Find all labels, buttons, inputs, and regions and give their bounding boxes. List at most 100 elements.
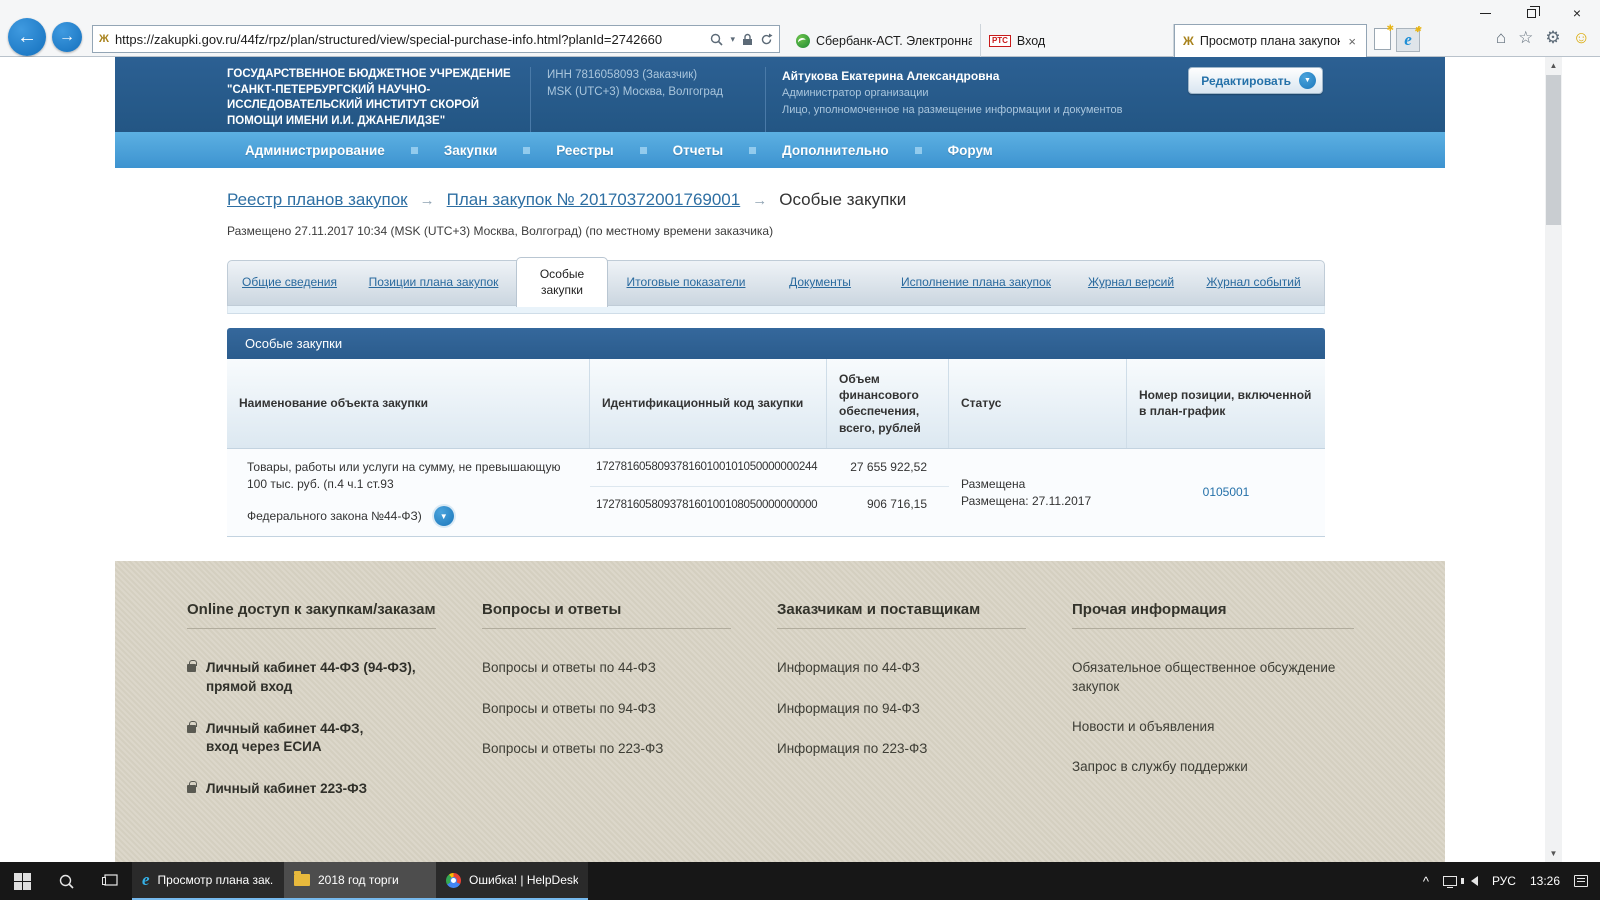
footer-link-qa-223fz[interactable]: Вопросы и ответы по 223-ФЗ xyxy=(482,740,753,758)
tab-label: Общие сведения xyxy=(242,275,337,290)
tab-rts-vhod[interactable]: РТС Вход xyxy=(981,24,1174,57)
address-dropdown-icon[interactable]: ▾ xyxy=(730,34,735,45)
footer-link-info-94fz[interactable]: Информация по 94-ФЗ xyxy=(777,700,1048,718)
organization-meta: ИНН 7816058093 (Заказчик) MSK (UTC+3) Мо… xyxy=(530,67,755,132)
tab-label: Сбербанк-АСТ. Электронная ... xyxy=(816,33,972,48)
refresh-icon[interactable] xyxy=(760,33,773,46)
home-icon[interactable]: ⌂ xyxy=(1496,28,1506,48)
taskbar-window-folder[interactable]: 2018 год торги xyxy=(284,862,436,900)
search-icon[interactable] xyxy=(710,33,724,46)
address-bar[interactable]: Ж https://zakupki.gov.ru/44fz/rpz/plan/s… xyxy=(92,25,780,53)
scrollbar-thumb[interactable] xyxy=(1546,75,1561,225)
menu-separator xyxy=(639,146,647,154)
rts-icon: РТС xyxy=(989,34,1011,47)
user-block: Айтукова Екатерина Александровна Админис… xyxy=(765,67,1185,132)
menu-item-reports[interactable]: Отчеты xyxy=(673,143,723,158)
menu-item-additional[interactable]: Дополнительно xyxy=(782,143,889,158)
footer-column-title: Прочая информация xyxy=(1072,601,1227,619)
new-tab-button[interactable] xyxy=(1374,23,1394,50)
scrollbar-down-icon[interactable]: ▼ xyxy=(1545,845,1562,862)
lock-icon xyxy=(743,33,752,45)
menu-item-registries[interactable]: Реестры xyxy=(556,143,613,158)
feedback-smiley-icon[interactable]: ☺ xyxy=(1573,28,1590,48)
organization-name: ГОСУДАРСТВЕННОЕ БЮДЖЕТНОЕ УЧРЕЖДЕНИЕ "СА… xyxy=(227,68,511,127)
menu-separator xyxy=(523,146,531,154)
tab-versions-log[interactable]: Журнал версий xyxy=(1076,261,1186,305)
status-date: Размещена: 27.11.2017 xyxy=(961,493,1092,508)
column-header-code: Идентификационный код закупки xyxy=(590,359,827,448)
tab-label: Журнал событий xyxy=(1206,275,1301,290)
url-text: https://zakupki.gov.ru/44fz/rpz/plan/str… xyxy=(114,31,663,47)
position-number-link[interactable]: 0105001 xyxy=(1203,484,1250,501)
window-minimize-button[interactable] xyxy=(1462,0,1508,26)
footer-link-cabinet-44fz-esia[interactable]: Личный кабинет 44-ФЗ, вход через ЕСИА xyxy=(187,720,458,756)
task-view-button[interactable] xyxy=(88,862,132,900)
footer-link-news[interactable]: Новости и объявления xyxy=(1072,718,1378,736)
window-close-button[interactable]: × xyxy=(1554,0,1600,26)
page-scrollbar[interactable]: ▲ ▼ xyxy=(1545,57,1562,862)
taskbar-window-chrome[interactable]: Ошибка! | HelpDesk ... xyxy=(436,862,588,900)
menu-separator xyxy=(749,146,757,154)
clock[interactable]: 13:26 xyxy=(1530,874,1560,888)
tab-panel-strip xyxy=(227,306,1325,314)
breadcrumb-arrow-icon: → xyxy=(419,191,435,209)
tab-general-info[interactable]: Общие сведения xyxy=(228,261,351,305)
favorites-star-icon[interactable]: ☆ xyxy=(1518,28,1533,48)
settings-gear-icon[interactable]: ⚙ xyxy=(1545,28,1560,48)
edit-button[interactable]: Редактировать ▼ xyxy=(1188,67,1323,94)
menu-item-purchases[interactable]: Закупки xyxy=(444,143,497,158)
organization-inn: ИНН 7816058093 (Заказчик) xyxy=(547,69,698,81)
speaker-icon[interactable] xyxy=(1460,876,1478,886)
system-tray: ^ РУС 13:26 xyxy=(1423,862,1600,900)
main-menu: Администрирование Закупки Реестры Отчеты… xyxy=(115,132,1445,168)
column-header-position: Номер позиции, включенной в план-график xyxy=(1139,388,1312,419)
browser-back-button[interactable]: ← xyxy=(8,18,46,56)
menu-item-forum[interactable]: Форум xyxy=(948,143,993,158)
footer-link-info-223fz[interactable]: Информация по 223-ФЗ xyxy=(777,740,1048,758)
tab-special-purchases-active[interactable]: Особые закупки xyxy=(516,257,608,307)
breadcrumb-arrow-icon: → xyxy=(752,191,768,209)
tab-close-icon[interactable]: × xyxy=(1346,34,1358,49)
footer-link-cabinet-223fz[interactable]: Личный кабинет 223-ФЗ xyxy=(187,780,458,798)
tab-documents[interactable]: Документы xyxy=(764,261,876,305)
footer-column-title: Заказчикам и поставщикам xyxy=(777,601,981,619)
tab-plan-positions[interactable]: Позиции плана закупок xyxy=(351,261,516,305)
network-icon[interactable] xyxy=(1442,876,1457,888)
footer-link-cabinet-44fz-94fz[interactable]: Личный кабинет 44-ФЗ (94-ФЗ), прямой вхо… xyxy=(187,659,458,695)
window-restore-button[interactable] xyxy=(1508,0,1554,26)
tray-expand-icon[interactable]: ^ xyxy=(1423,874,1429,889)
tab-total-indicators[interactable]: Итоговые показатели xyxy=(608,261,764,305)
tab-label: Вход xyxy=(1016,33,1046,48)
scrollbar-up-icon[interactable]: ▲ xyxy=(1545,57,1562,74)
edit-button-label: Редактировать xyxy=(1201,73,1291,88)
tab-events-log[interactable]: Журнал событий xyxy=(1186,261,1321,305)
language-indicator[interactable]: РУС xyxy=(1492,874,1516,888)
footer-link-public-discussion[interactable]: Обязательное общественное обсуждение зак… xyxy=(1072,659,1378,695)
browser-chrome: × ← → Ж https://zakupki.gov.ru/44fz/rpz/… xyxy=(0,0,1600,58)
search-icon xyxy=(59,874,74,889)
screen: × ← → Ж https://zakupki.gov.ru/44fz/rpz/… xyxy=(0,0,1600,900)
footer-link-support-request[interactable]: Запрос в службу поддержки xyxy=(1072,758,1378,776)
ie-session-icon[interactable]: e xyxy=(1396,25,1421,52)
table-row: Товары, работы или услуги на сумму, не п… xyxy=(227,448,1325,538)
browser-forward-button[interactable]: → xyxy=(52,22,82,52)
footer-column-title: Online доступ к закупкам/заказам xyxy=(187,601,436,619)
breadcrumb-link-plans-registry[interactable]: Реестр планов закупок xyxy=(227,190,408,210)
start-button[interactable] xyxy=(0,862,44,900)
object-name-text: Товары, работы или услуги на сумму, не п… xyxy=(247,459,561,491)
footer-link-qa-44fz[interactable]: Вопросы и ответы по 44-ФЗ xyxy=(482,659,753,677)
breadcrumb-link-plan-number[interactable]: План закупок № 20170372001769001 xyxy=(447,190,741,210)
page-viewport: ГОСУДАРСТВЕННОЕ БЮДЖЕТНОЕ УЧРЕЖДЕНИЕ "СА… xyxy=(0,57,1600,862)
notification-center-icon[interactable] xyxy=(1574,875,1588,887)
padlock-icon xyxy=(187,660,197,673)
tab-label: Итоговые показатели xyxy=(626,275,746,290)
row-actions-dropdown-icon[interactable]: ▼ xyxy=(433,506,454,527)
tab-plan-execution[interactable]: Исполнение плана закупок xyxy=(876,261,1076,305)
footer-link-qa-94fz[interactable]: Вопросы и ответы по 94-ФЗ xyxy=(482,700,753,718)
tab-sberbank-ast[interactable]: Сбербанк-АСТ. Электронная ... xyxy=(788,24,981,57)
taskbar-search-button[interactable] xyxy=(44,862,88,900)
taskbar-window-ie[interactable]: e Просмотр плана зак... xyxy=(132,862,284,900)
footer-link-info-44fz[interactable]: Информация по 44-ФЗ xyxy=(777,659,1048,677)
tab-plan-view-active[interactable]: Ж Просмотр плана закупок × xyxy=(1174,24,1367,58)
menu-item-administration[interactable]: Администрирование xyxy=(245,143,385,158)
